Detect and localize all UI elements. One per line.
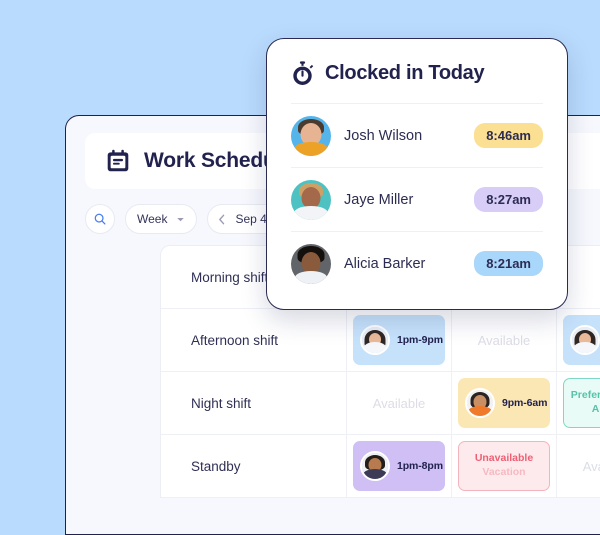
shift-chip[interactable]: 1pm-9pm: [353, 315, 445, 365]
availability-label: Available: [477, 332, 531, 348]
preference-main: Prefers to work: [570, 389, 600, 402]
table-row: Night shift Available 9pm-6am Prefer: [161, 372, 600, 435]
avatar: [360, 451, 390, 481]
stopwatch-icon: [293, 61, 314, 85]
clocked-in-today-card: Clocked in Today Josh Wilson 8:46am Jaye…: [266, 38, 568, 310]
avatar: [291, 179, 331, 220]
clock-in-time-badge: 8:21am: [474, 251, 543, 276]
schedule-cell[interactable]: Available: [557, 435, 600, 497]
employee-name: Jaye Miller: [344, 191, 414, 208]
schedule-cell[interactable]: Unavailable Vacation: [452, 435, 557, 497]
search-icon: [94, 213, 106, 225]
period-select[interactable]: Week: [125, 204, 198, 234]
avatar: [570, 325, 600, 355]
avatar: [360, 325, 390, 355]
preference-chip[interactable]: Prefers to work All day: [563, 378, 600, 428]
availability-label: Available: [582, 458, 600, 474]
table-row: Afternoon shift 1pm-9pm Available: [161, 309, 600, 372]
row-label: Night shift: [161, 372, 347, 434]
schedule-cell[interactable]: 1pm-9pm: [557, 309, 600, 371]
schedule-cell[interactable]: 1pm-9pm: [347, 309, 452, 371]
avatar: [465, 388, 495, 418]
preference-sub: All day: [591, 403, 600, 415]
schedule-cell[interactable]: Prefers to work All day: [557, 372, 600, 434]
clocked-in-header: Clocked in Today: [291, 61, 543, 86]
schedule-toolbar: Week Sep 4-10: [85, 204, 296, 234]
employee-name: Josh Wilson: [344, 127, 423, 144]
list-item[interactable]: Alicia Barker 8:21am: [291, 231, 543, 295]
chevron-left-icon[interactable]: [218, 214, 226, 225]
shift-chip[interactable]: 1pm-8pm: [353, 441, 445, 491]
clock-in-time-badge: 8:46am: [474, 123, 543, 148]
schedule-cell[interactable]: 9pm-6am: [452, 372, 557, 434]
chevron-down-icon: [177, 217, 185, 221]
shift-time: 1pm-9pm: [397, 334, 443, 346]
row-label: Standby: [161, 435, 347, 497]
search-button[interactable]: [85, 204, 115, 234]
calendar-icon: [107, 149, 129, 172]
list-item[interactable]: Josh Wilson 8:46am: [291, 103, 543, 167]
shift-time: 9pm-6am: [502, 397, 548, 409]
list-item[interactable]: Jaye Miller 8:27am: [291, 167, 543, 231]
schedule-cell[interactable]: Available: [347, 372, 452, 434]
shift-chip[interactable]: 9pm-6am: [458, 378, 550, 428]
clocked-in-title: Clocked in Today: [325, 62, 485, 84]
unavailable-main: Unavailable: [474, 452, 534, 465]
table-row: Standby 1pm-8pm Unavailable Vacation Av: [161, 435, 600, 498]
shift-time: 1pm-8pm: [397, 460, 443, 472]
clock-in-time-badge: 8:27am: [474, 187, 543, 212]
availability-label: Available: [372, 395, 426, 411]
schedule-cell[interactable]: Available: [452, 309, 557, 371]
shift-chip[interactable]: 1pm-9pm: [563, 315, 600, 365]
unavailable-chip[interactable]: Unavailable Vacation: [458, 441, 550, 491]
schedule-cell[interactable]: 1pm-8pm: [347, 435, 452, 497]
employee-name: Alicia Barker: [344, 255, 426, 272]
row-label: Afternoon shift: [161, 309, 347, 371]
avatar: [291, 115, 331, 156]
period-label: Week: [137, 212, 168, 226]
unavailable-sub: Vacation: [482, 466, 526, 478]
avatar: [291, 243, 331, 284]
